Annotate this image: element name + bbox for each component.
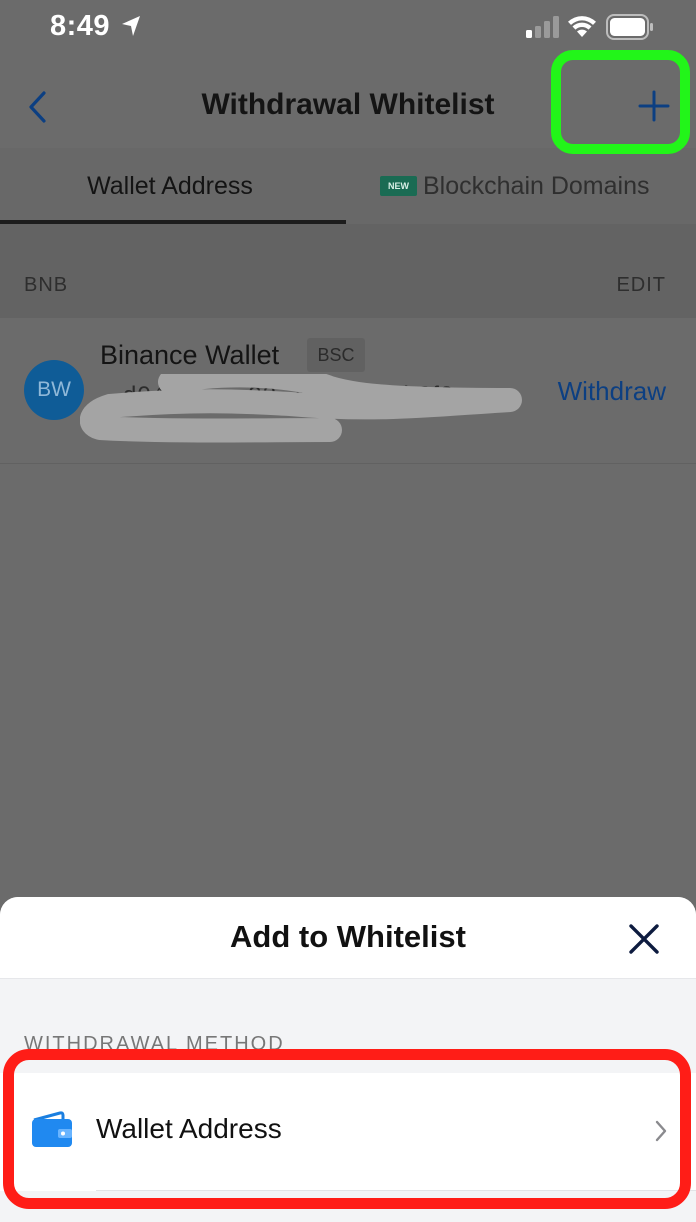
new-badge: NEW [380,176,417,196]
edit-button[interactable]: EDIT [616,274,666,297]
wallet-name: Binance Wallet [100,340,280,370]
wifi-icon [568,16,596,37]
section-title: BNB [24,274,69,296]
tab-bar: Wallet Address NEW Blockchain Domains [0,148,696,224]
tab-label: Blockchain Domains [423,172,650,200]
avatar: BW [24,360,84,420]
withdraw-link[interactable]: Withdraw [558,376,666,407]
battery-icon [606,14,653,40]
list-item[interactable]: BW Binance Wallet BSC ...d04de... ...93.… [0,318,696,464]
cellular-signal-icon [526,16,559,38]
sheet-header: Add to Whitelist [0,897,696,979]
tab-label: Wallet Address [87,172,253,200]
sheet-title: Add to Whitelist [230,919,466,954]
status-time: 8:49 [50,10,111,42]
tab-blockchain-domains[interactable]: NEW Blockchain Domains [346,148,696,224]
close-icon[interactable] [626,921,662,957]
tab-wallet-address[interactable]: Wallet Address [0,148,346,224]
location-arrow-icon [122,16,140,36]
chain-tag: BSC [307,338,365,372]
highlight-box-green [551,50,690,154]
redaction-scribble [80,374,522,443]
highlight-box-red [3,1049,691,1209]
section-header: BNB EDIT [0,224,696,318]
